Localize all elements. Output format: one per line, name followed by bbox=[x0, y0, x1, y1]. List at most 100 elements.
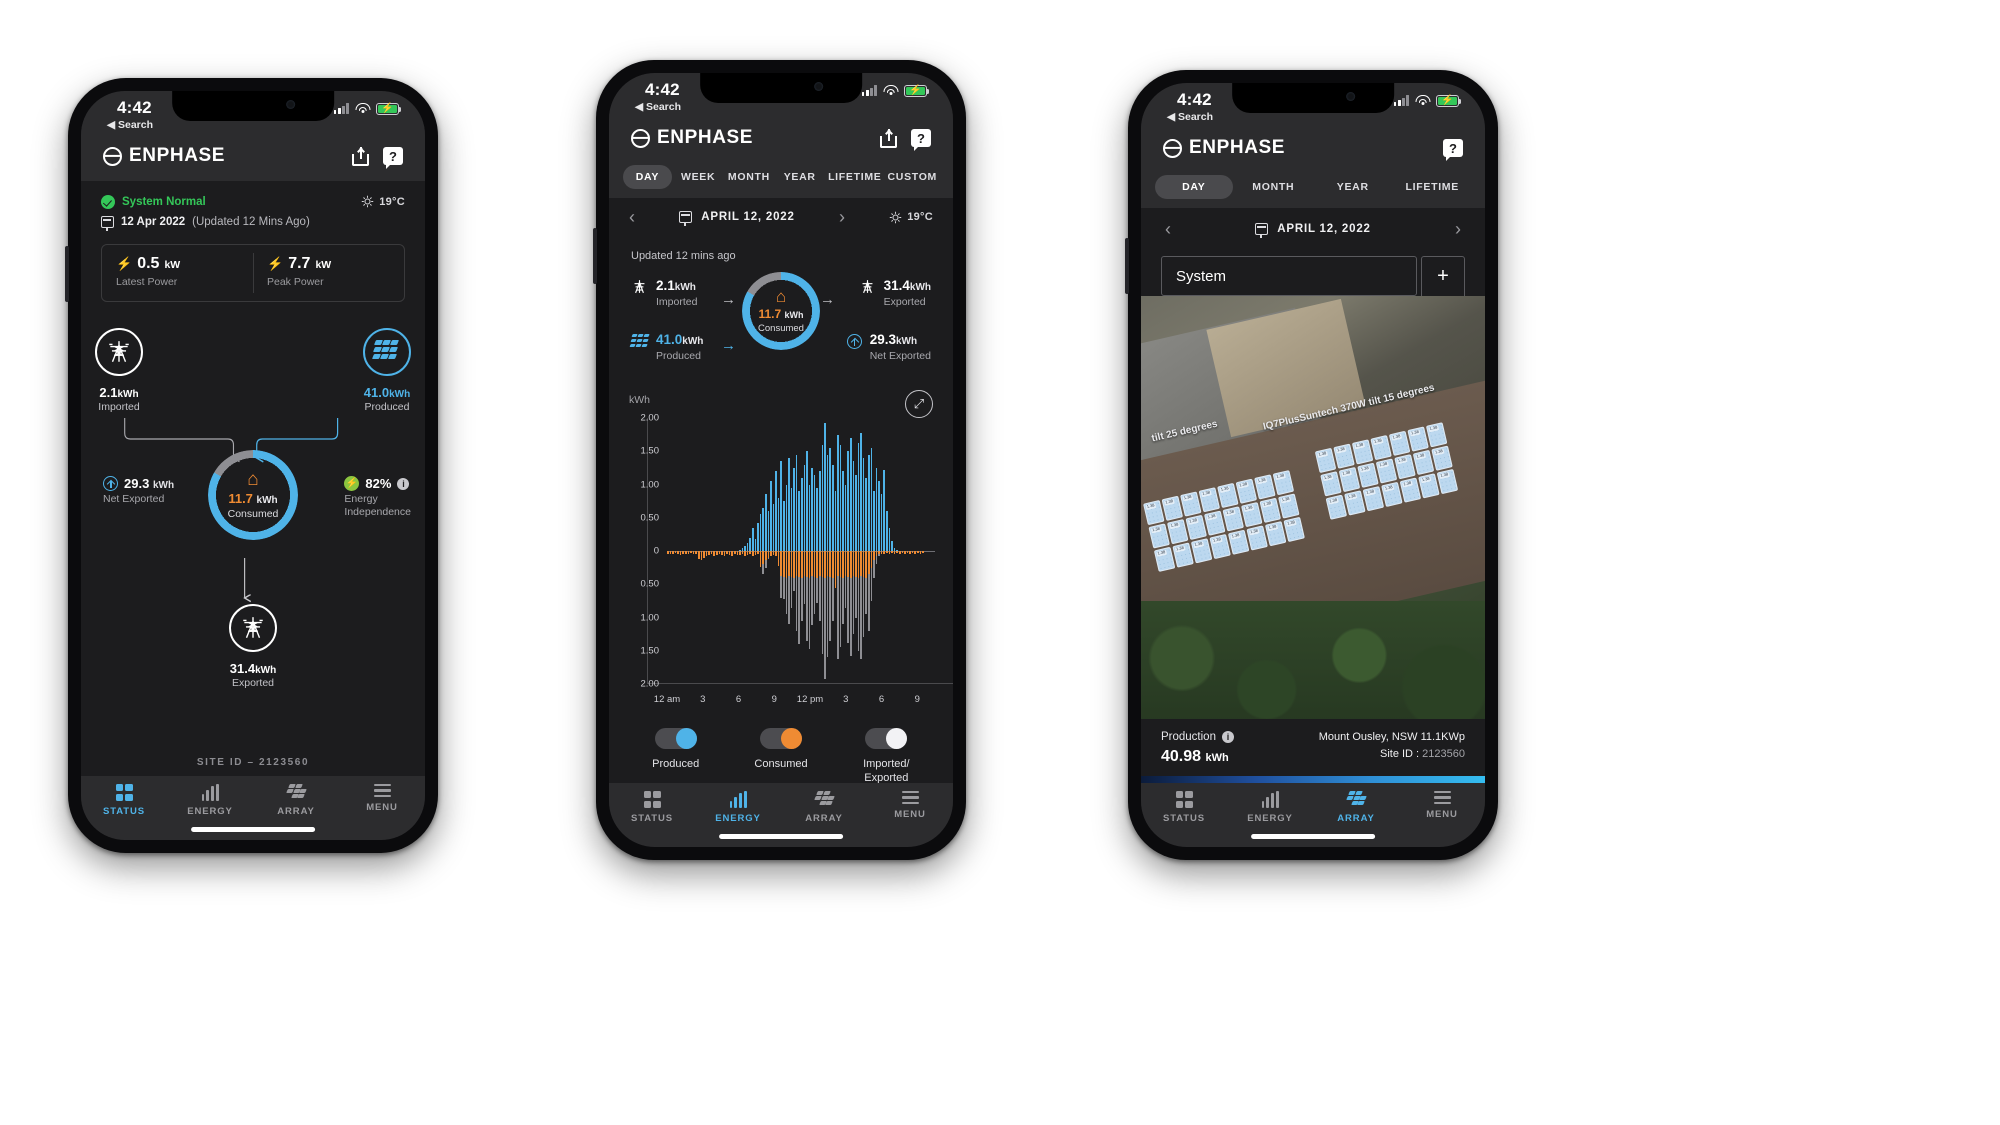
nav-array[interactable]: ARRAY bbox=[781, 791, 867, 824]
solar-panel-cell[interactable]: 1.38 bbox=[1143, 499, 1165, 526]
solar-panel-cell[interactable]: 1.38 bbox=[1399, 477, 1422, 503]
next-day-button[interactable]: › bbox=[1455, 220, 1461, 238]
imported-exported-toggle[interactable] bbox=[865, 728, 908, 749]
nav-energy[interactable]: ENERGY bbox=[695, 791, 781, 824]
battery-charging-icon: ⚡ bbox=[1436, 95, 1462, 107]
solar-panel-cell[interactable]: 1.38 bbox=[1357, 462, 1379, 488]
solar-panel-cell[interactable]: 1.38 bbox=[1235, 478, 1258, 504]
nav-energy[interactable]: ENERGY bbox=[167, 784, 253, 817]
solar-panel-cell[interactable]: 1.38 bbox=[1407, 426, 1429, 452]
solar-panel-cell[interactable]: 1.38 bbox=[1203, 510, 1226, 536]
info-icon[interactable]: i bbox=[397, 477, 410, 490]
solar-panel-cell[interactable]: 1.38 bbox=[1246, 525, 1268, 551]
tab-custom[interactable]: CUSTOM bbox=[886, 165, 940, 189]
solar-panel-cell[interactable]: 1.38 bbox=[1338, 466, 1361, 493]
solar-panel-cell[interactable]: 1.38 bbox=[1254, 474, 1276, 500]
info-icon[interactable]: i bbox=[1221, 731, 1234, 743]
share-icon[interactable] bbox=[352, 146, 369, 166]
back-to-search-link[interactable]: ◀ Search bbox=[107, 120, 153, 131]
solar-panel-cell[interactable]: 1.38 bbox=[1190, 538, 1213, 564]
legend-consumed[interactable]: Consumed bbox=[729, 728, 833, 783]
solar-panel-cell[interactable]: 1.38 bbox=[1418, 473, 1440, 499]
panel-output-value: 1.38 bbox=[1341, 469, 1352, 477]
solar-panel-cell[interactable]: 1.38 bbox=[1161, 495, 1184, 521]
consumed-toggle[interactable] bbox=[759, 728, 802, 749]
chart-bar bbox=[852, 461, 855, 551]
system-dropdown[interactable]: System bbox=[1161, 256, 1417, 296]
solar-panel-cell[interactable]: 1.38 bbox=[1185, 514, 1207, 541]
share-icon[interactable] bbox=[880, 128, 897, 148]
solar-panel-cell[interactable]: 1.38 bbox=[1264, 521, 1287, 547]
solar-panel-cell[interactable]: 1.38 bbox=[1209, 533, 1231, 560]
tab-week[interactable]: WEEK bbox=[674, 165, 723, 189]
solar-panel-cell[interactable]: 1.38 bbox=[1166, 519, 1189, 545]
chart-bar bbox=[690, 551, 692, 553]
prev-day-button[interactable]: ‹ bbox=[629, 208, 635, 226]
solar-panel-cell[interactable]: 1.38 bbox=[1217, 482, 1239, 509]
solar-panel-cell[interactable]: 1.38 bbox=[1412, 449, 1435, 476]
tab-year[interactable]: YEAR bbox=[1314, 175, 1392, 199]
nav-status[interactable]: STATUS bbox=[81, 784, 167, 817]
solar-panel-cell[interactable]: 1.38 bbox=[1394, 454, 1416, 480]
solar-panel-cell[interactable]: 1.38 bbox=[1153, 546, 1176, 572]
produced-toggle[interactable] bbox=[654, 728, 697, 749]
legend-imported-exported[interactable]: Imported/ Exported bbox=[834, 728, 938, 783]
tab-year[interactable]: YEAR bbox=[775, 165, 824, 189]
solar-panel-cell[interactable]: 1.38 bbox=[1259, 497, 1282, 523]
satellite-array-map[interactable]: tilt 25 degrees IQ7PlusSuntech 370W tilt… bbox=[1141, 296, 1485, 719]
solar-panel-cell[interactable]: 1.38 bbox=[1148, 523, 1170, 549]
nav-status[interactable]: STATUS bbox=[1141, 791, 1227, 824]
wifi-icon bbox=[883, 85, 898, 96]
solar-panel-cell[interactable]: 1.38 bbox=[1325, 494, 1348, 520]
solar-panel-cell[interactable]: 1.38 bbox=[1222, 506, 1245, 532]
solar-panel-cell[interactable]: 1.38 bbox=[1241, 501, 1263, 528]
solar-panel-cell[interactable]: 1.38 bbox=[1180, 491, 1202, 517]
chart-bar bbox=[674, 551, 677, 553]
selected-date[interactable]: APRIL 12, 2022 bbox=[1255, 223, 1370, 238]
solar-panel-cell[interactable]: 1.38 bbox=[1370, 434, 1392, 461]
selected-date[interactable]: APRIL 12, 2022 bbox=[679, 211, 794, 226]
solar-panel-cell[interactable]: 1.38 bbox=[1198, 487, 1221, 513]
nav-energy[interactable]: ENERGY bbox=[1227, 791, 1313, 824]
nav-status[interactable]: STATUS bbox=[609, 791, 695, 824]
next-day-button[interactable]: › bbox=[839, 208, 845, 226]
solar-panel-cell[interactable]: 1.38 bbox=[1333, 443, 1355, 469]
tab-lifetime[interactable]: LIFETIME bbox=[1394, 175, 1472, 199]
nav-menu[interactable]: MENU bbox=[339, 784, 425, 813]
solar-panel-cell[interactable]: 1.38 bbox=[1314, 447, 1337, 474]
nav-array[interactable]: ARRAY bbox=[253, 784, 339, 817]
help-icon[interactable]: ? bbox=[911, 129, 931, 151]
chart-bar bbox=[888, 551, 891, 554]
expand-chart-button[interactable]: ⤢ bbox=[905, 390, 933, 418]
nav-array[interactable]: ARRAY bbox=[1313, 791, 1399, 824]
solar-panel-cell[interactable]: 1.38 bbox=[1172, 542, 1194, 568]
tab-lifetime[interactable]: LIFETIME bbox=[826, 165, 883, 189]
help-icon[interactable]: ? bbox=[1443, 139, 1463, 161]
prev-day-button[interactable]: ‹ bbox=[1165, 220, 1171, 238]
grid-tower-ring bbox=[95, 328, 143, 376]
help-icon[interactable]: ? bbox=[383, 147, 403, 169]
solar-panel-cell[interactable]: 1.38 bbox=[1227, 529, 1250, 555]
solar-panel-cell[interactable]: 1.38 bbox=[1388, 430, 1411, 456]
panel-output-value: 1.38 bbox=[1145, 502, 1157, 510]
back-to-search-link[interactable]: ◀ Search bbox=[1167, 112, 1213, 123]
panel-output-value: 1.38 bbox=[1354, 441, 1365, 450]
solar-panel-cell[interactable]: 1.38 bbox=[1362, 486, 1385, 512]
nav-menu[interactable]: MENU bbox=[867, 791, 953, 820]
solar-panel-cell[interactable]: 1.38 bbox=[1351, 439, 1374, 465]
solar-panel-cell[interactable]: 1.38 bbox=[1375, 458, 1398, 484]
nav-menu[interactable]: MENU bbox=[1399, 791, 1485, 820]
tab-day[interactable]: DAY bbox=[1155, 175, 1233, 199]
tab-month[interactable]: MONTH bbox=[1235, 175, 1313, 199]
solar-panel-cell[interactable]: 1.38 bbox=[1381, 481, 1403, 508]
gateway-icon bbox=[101, 216, 114, 231]
tab-month[interactable]: MONTH bbox=[725, 165, 774, 189]
tab-day[interactable]: DAY bbox=[623, 165, 672, 189]
site-id-value: 2123560 bbox=[1422, 748, 1465, 760]
legend-produced[interactable]: Produced bbox=[624, 728, 728, 783]
solar-panel-cell[interactable]: 1.38 bbox=[1320, 471, 1342, 497]
chart-bar bbox=[816, 551, 819, 578]
zoom-in-button[interactable]: + bbox=[1422, 257, 1464, 296]
solar-panel-cell[interactable]: 1.38 bbox=[1344, 490, 1366, 516]
back-to-search-link[interactable]: ◀ Search bbox=[635, 102, 681, 113]
